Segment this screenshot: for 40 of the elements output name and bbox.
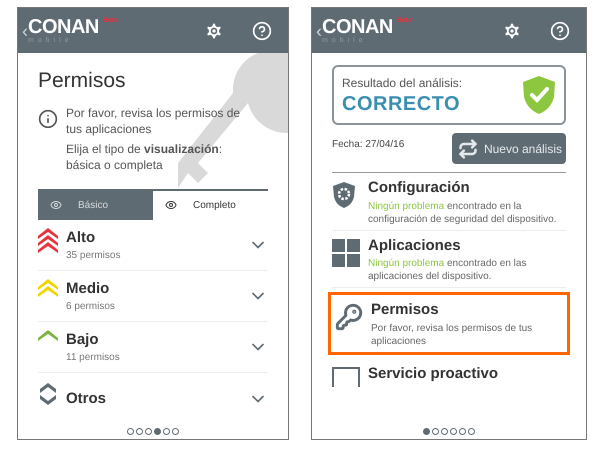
help-icon[interactable] [550, 20, 570, 40]
grid-icon [332, 238, 360, 266]
settings-icon[interactable] [204, 20, 224, 40]
permission-count: 35 permisos [66, 248, 122, 262]
scan-date: Fecha: 27/04/16 [332, 138, 404, 152]
permission-count: 6 permisos [66, 300, 116, 314]
result-status: CORRECTO [342, 92, 462, 116]
info-icon [38, 108, 58, 128]
help-icon[interactable] [252, 20, 272, 40]
permission-count: 11 permisos [66, 350, 121, 364]
level-name: Bajo [66, 330, 100, 350]
page-title: Permisos [37, 68, 127, 94]
eye-icon [50, 199, 62, 212]
section-description: Por favor, revisa los permisos de tus aplicaciones [371, 322, 534, 348]
section-title: Permisos [371, 300, 440, 320]
hint-text: Elija el tipo de visualización: básica o completa [66, 140, 224, 172]
app-logo: CONAN [28, 17, 99, 37]
level-name: Otros [66, 388, 108, 408]
highlighted-section[interactable]: Permisos Por favor, revisa los permisos de tus aplicaciones [328, 292, 570, 354]
level-name: Alto [66, 228, 96, 248]
section-item[interactable]: Aplicaciones Ningún problema encontrado en las aplicaciones del dispositivo. [332, 230, 566, 288]
eye-icon [165, 199, 177, 212]
view-tab[interactable]: Básico [38, 190, 153, 220]
section-title: Configuración [368, 178, 471, 198]
app-logo: CONAN [322, 17, 393, 37]
section-item[interactable]: Servicio proactivo [332, 358, 566, 390]
back-button[interactable]: ‹ [22, 22, 28, 40]
level-name: Medio [66, 278, 110, 298]
section-title: Servicio proactivo [368, 364, 498, 384]
result-label: Resultado del análisis: [342, 75, 464, 92]
section-title: Aplicaciones [368, 236, 462, 256]
section-item[interactable]: Configuración Ningún problema encontrado en la configuración de seguridad del dispositivo. [332, 173, 566, 230]
section-description: Ningún problema encontrado en la configuración de seguridad del dispositivo. [368, 200, 558, 226]
back-button[interactable]: ‹ [316, 22, 322, 40]
new-scan-button[interactable]: Nuevo análisis [452, 133, 566, 164]
shield-check-icon [522, 75, 556, 115]
shield-gear-icon [332, 181, 356, 209]
settings-icon[interactable] [502, 20, 522, 40]
section-description: Ningún problema encontrado en las aplicaciones del dispositivo. [368, 257, 528, 283]
key-icon [335, 303, 363, 331]
